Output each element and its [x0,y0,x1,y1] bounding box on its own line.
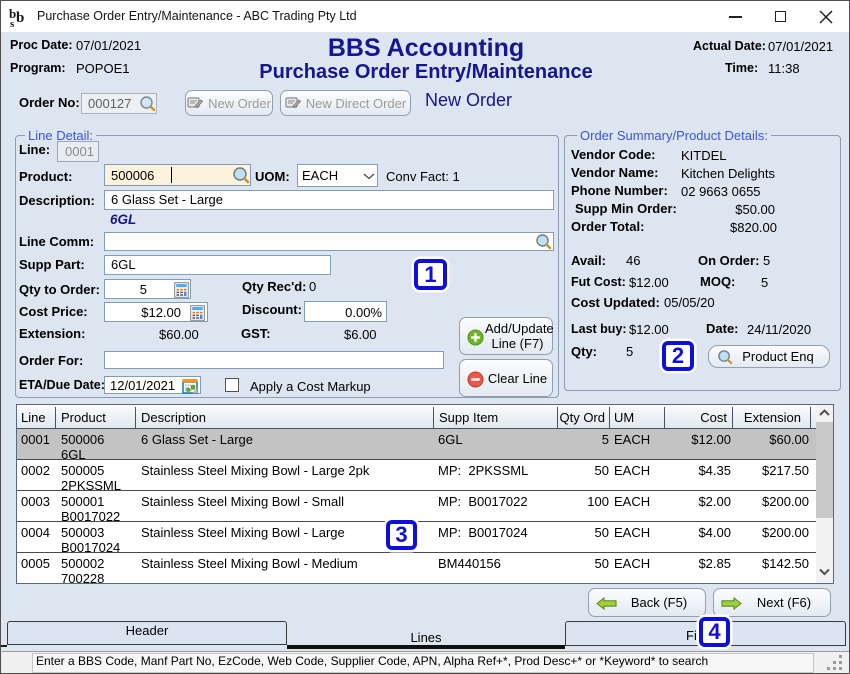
svg-text:s: s [10,18,15,28]
svg-text:b: b [16,10,24,26]
